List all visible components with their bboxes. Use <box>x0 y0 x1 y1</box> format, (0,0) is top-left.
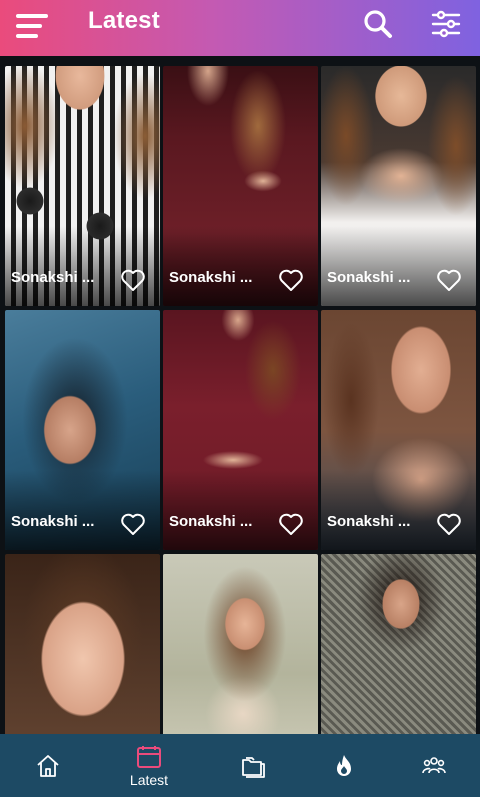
wallpaper-title: Sonakshi ... <box>11 513 95 530</box>
wallpaper-title: Sonakshi ... <box>327 269 411 286</box>
favorite-heart-icon[interactable] <box>278 268 304 292</box>
calendar-icon <box>137 745 161 768</box>
wallpaper-card[interactable]: Sonakshi ... <box>321 310 476 550</box>
wallpaper-title: Sonakshi ... <box>169 513 253 530</box>
fire-icon <box>337 754 351 776</box>
wallpaper-title: Sonakshi ... <box>11 269 95 286</box>
group-icon <box>422 756 446 773</box>
page-title: Latest <box>88 7 160 34</box>
wallpaper-photo <box>321 554 476 734</box>
nav-home[interactable] <box>0 734 96 797</box>
nav-community[interactable] <box>386 734 480 797</box>
favorite-heart-icon[interactable] <box>278 512 304 536</box>
wallpaper-card[interactable]: Sonakshi ... <box>5 310 160 550</box>
wallpaper-card[interactable]: Sonakshi ... <box>163 66 318 306</box>
wallpaper-card[interactable] <box>163 554 318 734</box>
bottom-navigation: Latest <box>0 734 480 797</box>
home-icon <box>37 754 59 777</box>
wallpaper-card[interactable] <box>321 554 476 734</box>
nav-label-latest: Latest <box>129 771 169 788</box>
nav-latest[interactable]: Latest <box>101 734 197 797</box>
favorite-heart-icon[interactable] <box>436 512 462 536</box>
wallpaper-card[interactable]: Sonakshi ... <box>163 310 318 550</box>
nav-trending[interactable] <box>296 734 392 797</box>
favorite-heart-icon[interactable] <box>120 268 146 292</box>
wallpaper-card[interactable]: Sonakshi ... <box>5 66 160 306</box>
hamburger-menu-icon[interactable] <box>16 12 50 40</box>
sliders-icon[interactable] <box>430 8 462 40</box>
wallpaper-title: Sonakshi ... <box>327 513 411 530</box>
favorite-heart-icon[interactable] <box>120 512 146 536</box>
wallpaper-title: Sonakshi ... <box>169 269 253 286</box>
nav-categories[interactable] <box>205 734 301 797</box>
wallpaper-grid: Sonakshi ... Sonakshi ... Sonakshi ... S… <box>0 62 480 734</box>
wallpaper-card[interactable]: Sonakshi ... <box>321 66 476 306</box>
wallpaper-photo <box>163 554 318 734</box>
folders-icon <box>242 756 265 778</box>
app: Latest Sonakshi ... Sonakshi ... Sonaksh… <box>0 0 480 797</box>
favorite-heart-icon[interactable] <box>436 268 462 292</box>
wallpaper-photo <box>5 554 160 734</box>
search-icon[interactable] <box>362 8 394 40</box>
top-app-bar: Latest <box>0 0 480 56</box>
wallpaper-card[interactable] <box>5 554 160 734</box>
